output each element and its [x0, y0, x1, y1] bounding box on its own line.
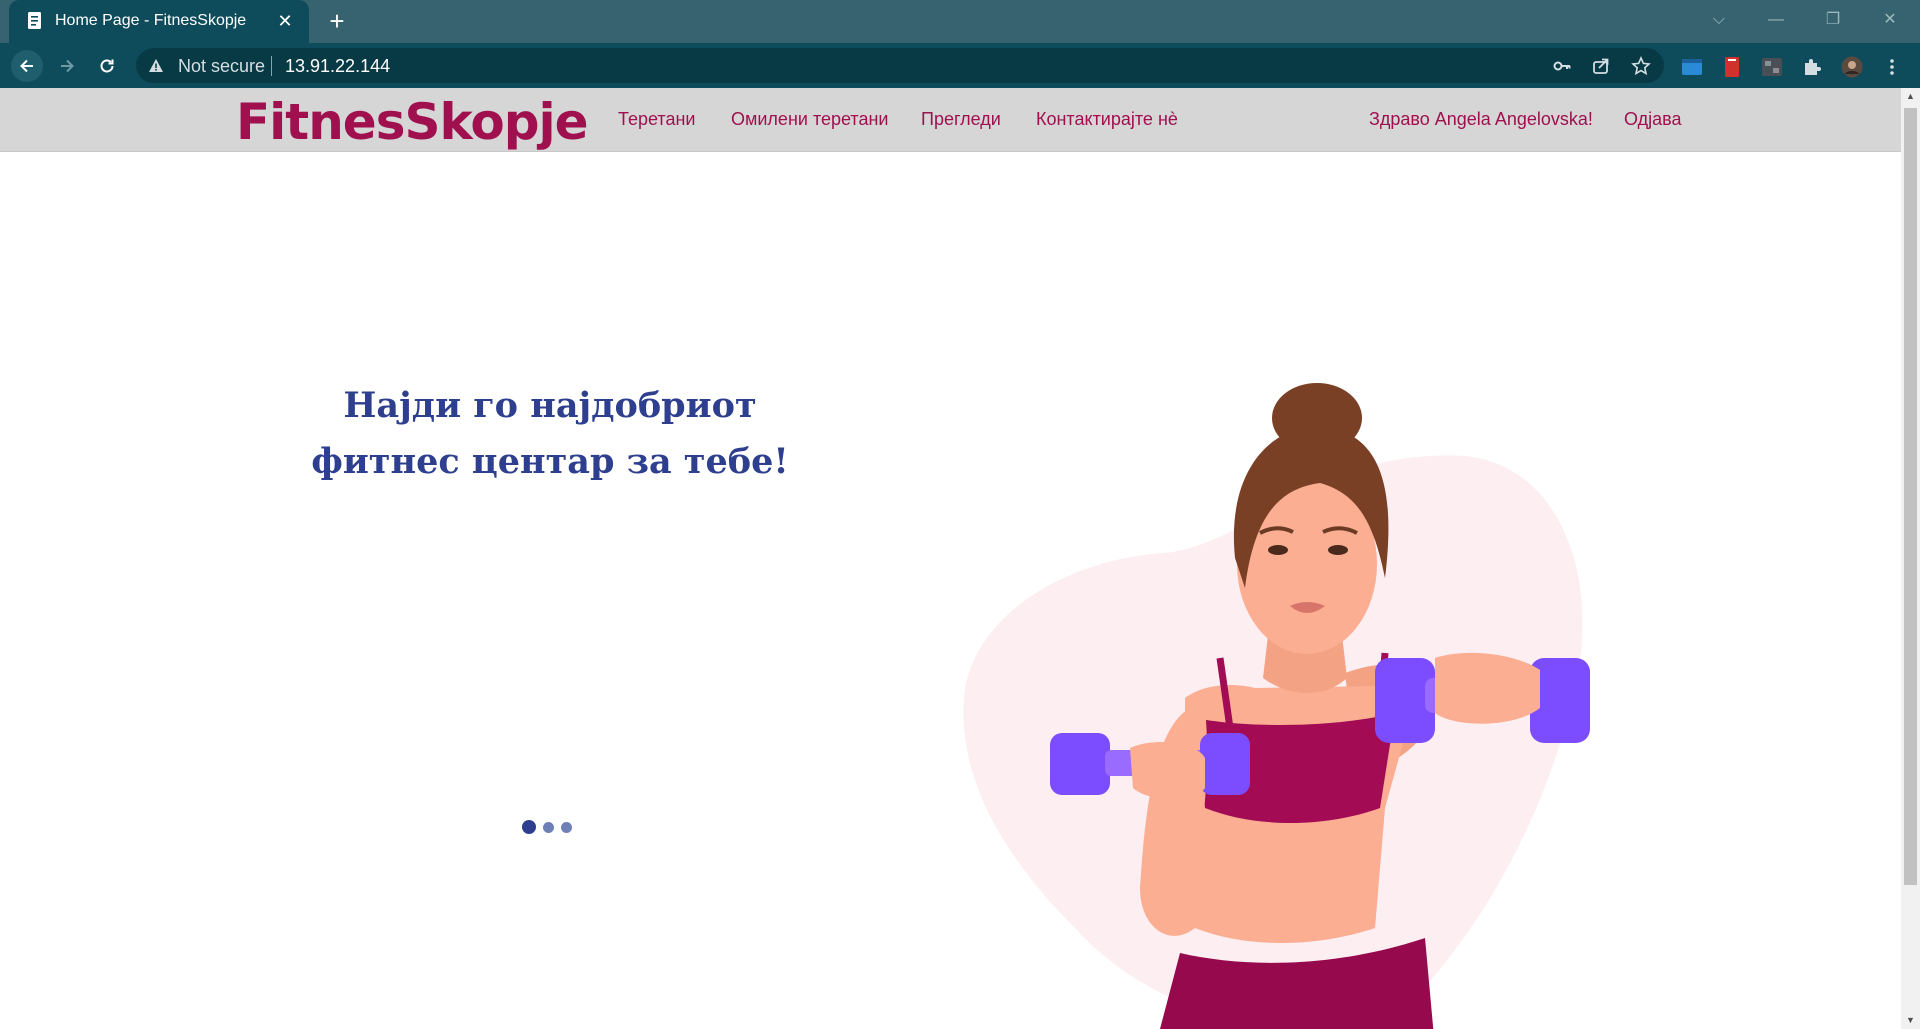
minimize-icon[interactable]: —: [1756, 6, 1796, 34]
extensions-puzzle-icon[interactable]: [1801, 56, 1823, 78]
security-status[interactable]: Not secure: [178, 56, 265, 77]
arrow-right-icon: [61, 59, 74, 73]
extension-book-icon[interactable]: [1721, 56, 1743, 78]
page-viewport: FitnesSkopje Теретани Омилени теретани П…: [0, 88, 1901, 1029]
hero-heading-line-2: фитнес центар за тебе!: [311, 441, 789, 482]
carousel-indicators: [522, 819, 572, 835]
page-favicon-icon: [28, 12, 41, 29]
carousel-dot-1[interactable]: [522, 820, 536, 834]
extension-window-icon[interactable]: [1681, 56, 1703, 78]
window-close-icon[interactable]: ✕: [1870, 6, 1910, 34]
browser-tab[interactable]: Home Page - FitnesSkopje ✕: [9, 0, 309, 43]
new-tab-button[interactable]: +: [322, 8, 352, 36]
nav-link-favorite-gyms[interactable]: Омилени теретани: [731, 109, 888, 130]
arrow-left-icon: [20, 59, 33, 73]
extension-grid-icon[interactable]: [1761, 56, 1783, 78]
logout-link[interactable]: Одјава: [1624, 109, 1682, 130]
reload-icon: [100, 59, 114, 73]
url-text[interactable]: 13.91.22.144: [285, 56, 390, 77]
tab-title: Home Page - FitnesSkopje: [55, 12, 247, 29]
address-bar[interactable]: Not secure 13.91.22.144: [136, 48, 1664, 83]
carousel-dot-3[interactable]: [561, 821, 572, 833]
back-button[interactable]: [11, 50, 43, 82]
browser-menu-icon[interactable]: [1881, 56, 1903, 78]
nav-link-gyms[interactable]: Теретани: [618, 109, 695, 130]
carousel-dot-2[interactable]: [543, 821, 554, 833]
scrollbar-thumb[interactable]: [1904, 108, 1917, 885]
nav-link-contact[interactable]: Контактирајте нè: [1036, 109, 1178, 130]
profile-avatar-icon[interactable]: [1841, 56, 1863, 78]
site-logo[interactable]: FitnesSkopje: [236, 93, 589, 151]
page-scrollbar[interactable]: ▲ ▼: [1901, 88, 1920, 1029]
hero-heading-line-1: Најди го најдобриот: [343, 385, 757, 426]
restore-icon[interactable]: ❐: [1813, 6, 1853, 34]
reload-button[interactable]: [91, 50, 123, 82]
site-navbar: FitnesSkopje Теретани Омилени теретани П…: [0, 88, 1901, 152]
key-icon[interactable]: [1552, 56, 1572, 76]
warning-icon: [149, 59, 163, 72]
browser-toolbar: Not secure 13.91.22.144: [0, 43, 1920, 88]
nav-link-reviews[interactable]: Прегледи: [921, 109, 1001, 130]
share-icon[interactable]: [1591, 56, 1611, 76]
forward-button[interactable]: [51, 50, 83, 82]
browser-tab-strip: Home Page - FitnesSkopje ✕ + ⌵ — ❐ ✕: [0, 0, 1920, 43]
hero-heading: Најди го најдобриот фитнес центар за теб…: [300, 378, 800, 490]
scroll-up-icon[interactable]: ▲: [1901, 88, 1920, 105]
fitness-woman-illustration: [963, 383, 1590, 1029]
bookmark-star-icon[interactable]: [1631, 56, 1651, 76]
user-greeting[interactable]: Здраво Angela Angelovska!: [1369, 109, 1593, 130]
scroll-down-icon[interactable]: ▼: [1901, 1012, 1920, 1029]
tab-search-icon[interactable]: ⌵: [1699, 6, 1739, 34]
omnibox-divider: [271, 56, 272, 76]
tab-close-icon[interactable]: ✕: [273, 9, 297, 33]
